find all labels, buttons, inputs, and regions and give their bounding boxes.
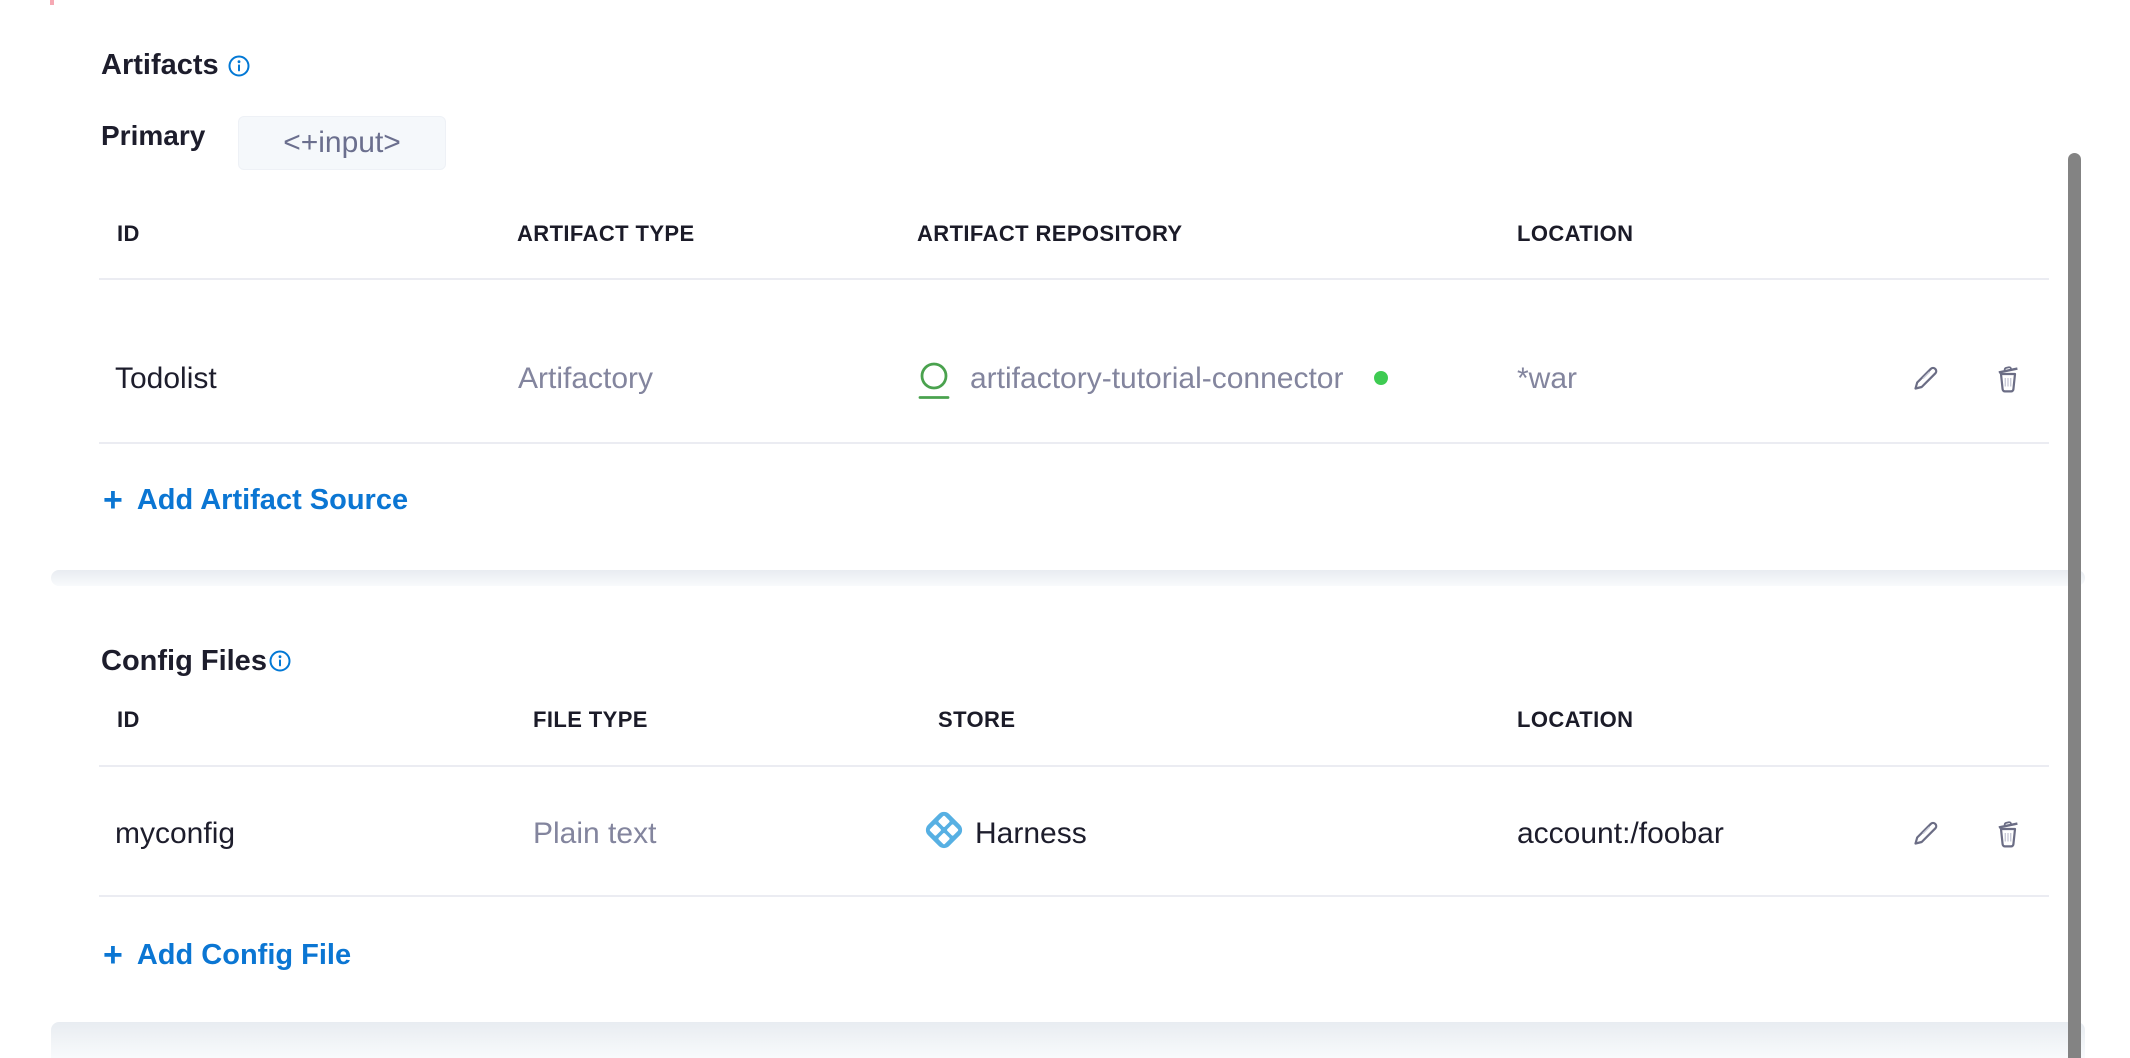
delete-trash-icon[interactable] — [1990, 360, 2026, 396]
artifactory-connector-icon — [915, 360, 953, 400]
section-gap-divider — [51, 570, 2085, 586]
plus-icon: + — [103, 485, 123, 515]
plus-icon: + — [103, 940, 123, 970]
table-header-divider — [99, 278, 2049, 280]
add-artifact-source-button[interactable]: + Add Artifact Source — [103, 485, 408, 515]
artifact-location-cell: *war — [1517, 363, 1577, 395]
clipped-element-fragment — [50, 0, 54, 5]
artifact-repository-cell: artifactory-tutorial-connector — [970, 363, 1343, 395]
artifacts-section-title: Artifacts — [101, 50, 219, 80]
column-header-file-type: FILE TYPE — [533, 708, 648, 732]
config-files-section-title: Config Files — [101, 646, 267, 676]
config-file-type-cell: Plain text — [533, 818, 656, 850]
add-config-file-button[interactable]: + Add Config File — [103, 940, 351, 970]
delete-trash-icon[interactable] — [1990, 815, 2026, 851]
artifacts-config-page: Artifacts Primary <+input> ID ARTIFACT T… — [0, 0, 2130, 1058]
column-header-store: STORE — [938, 708, 1015, 732]
connector-status-dot-icon — [1374, 371, 1388, 385]
table-row-divider — [99, 442, 2049, 444]
section-gap-divider — [51, 1022, 2085, 1058]
column-header-location: LOCATION — [1517, 708, 1633, 732]
primary-artifact-label: Primary — [101, 121, 205, 151]
artifact-id-cell: Todolist — [115, 363, 217, 395]
column-header-artifact-type: ARTIFACT TYPE — [517, 222, 695, 246]
edit-pencil-icon[interactable] — [1908, 360, 1944, 396]
info-icon[interactable] — [269, 650, 291, 672]
artifact-type-cell: Artifactory — [518, 363, 653, 395]
column-header-id: ID — [117, 708, 140, 732]
table-row-divider — [99, 895, 2049, 897]
harness-store-icon — [922, 808, 966, 852]
vertical-scrollbar[interactable] — [2068, 153, 2081, 1058]
column-header-location: LOCATION — [1517, 222, 1633, 246]
primary-runtime-input-chip[interactable]: <+input> — [238, 116, 446, 170]
column-header-id: ID — [117, 222, 140, 246]
table-header-divider — [99, 765, 2049, 767]
info-icon[interactable] — [228, 55, 250, 77]
config-store-cell: Harness — [975, 818, 1087, 850]
column-header-artifact-repository: ARTIFACT REPOSITORY — [917, 222, 1183, 246]
config-location-cell: account:/foobar — [1517, 818, 1724, 850]
config-id-cell: myconfig — [115, 818, 235, 850]
edit-pencil-icon[interactable] — [1908, 815, 1944, 851]
